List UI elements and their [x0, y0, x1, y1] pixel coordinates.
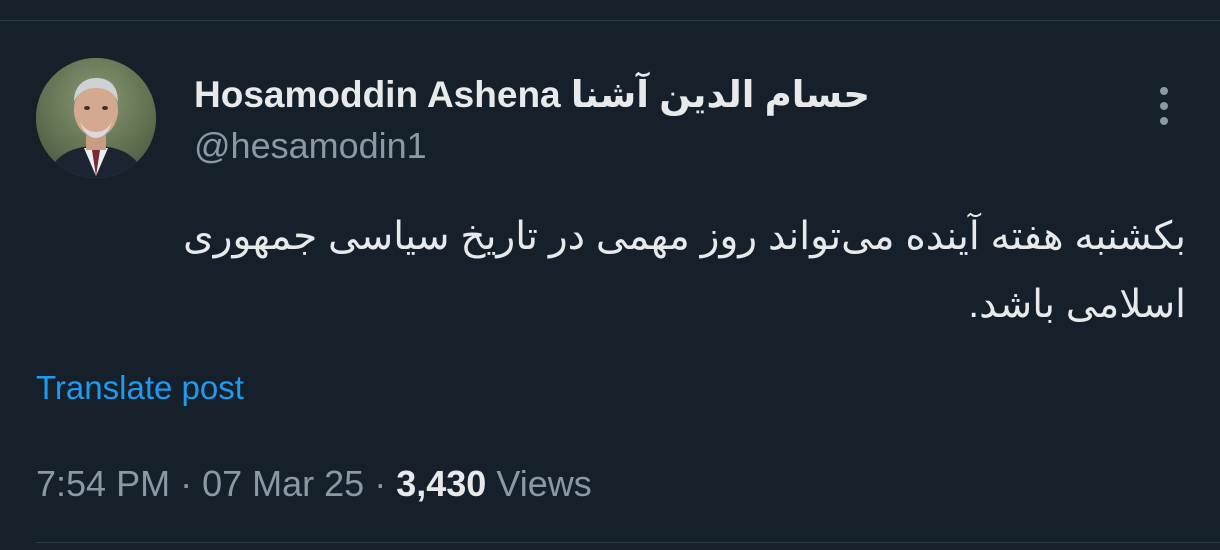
post-text: بکشنبه هفته آینده می‌تواند روز مهمی در ت… — [183, 215, 1186, 326]
post-metadata: 7:54 PM · 07 Mar 25 · 3,430 Views — [36, 462, 592, 506]
translate-post-link[interactable]: Translate post — [36, 367, 244, 409]
post-time[interactable]: 7:54 PM — [36, 463, 170, 504]
more-options-button[interactable] — [1150, 82, 1178, 130]
vertical-ellipsis-icon — [1160, 87, 1168, 125]
meta-separator: · — [180, 463, 193, 504]
top-divider — [0, 20, 1220, 21]
views-count: 3,430 — [396, 463, 487, 504]
author-display-name[interactable]: Hosamoddin Ashena حسام الدین آشنا — [194, 73, 870, 117]
bottom-divider — [36, 542, 1220, 543]
profile-photo-icon — [36, 58, 156, 178]
author-handle[interactable]: @hesamodin1 — [194, 125, 427, 167]
views-label: Views — [496, 463, 592, 504]
avatar[interactable] — [36, 58, 156, 178]
post-date[interactable]: 07 Mar 25 — [202, 463, 364, 504]
meta-separator: · — [374, 463, 387, 504]
